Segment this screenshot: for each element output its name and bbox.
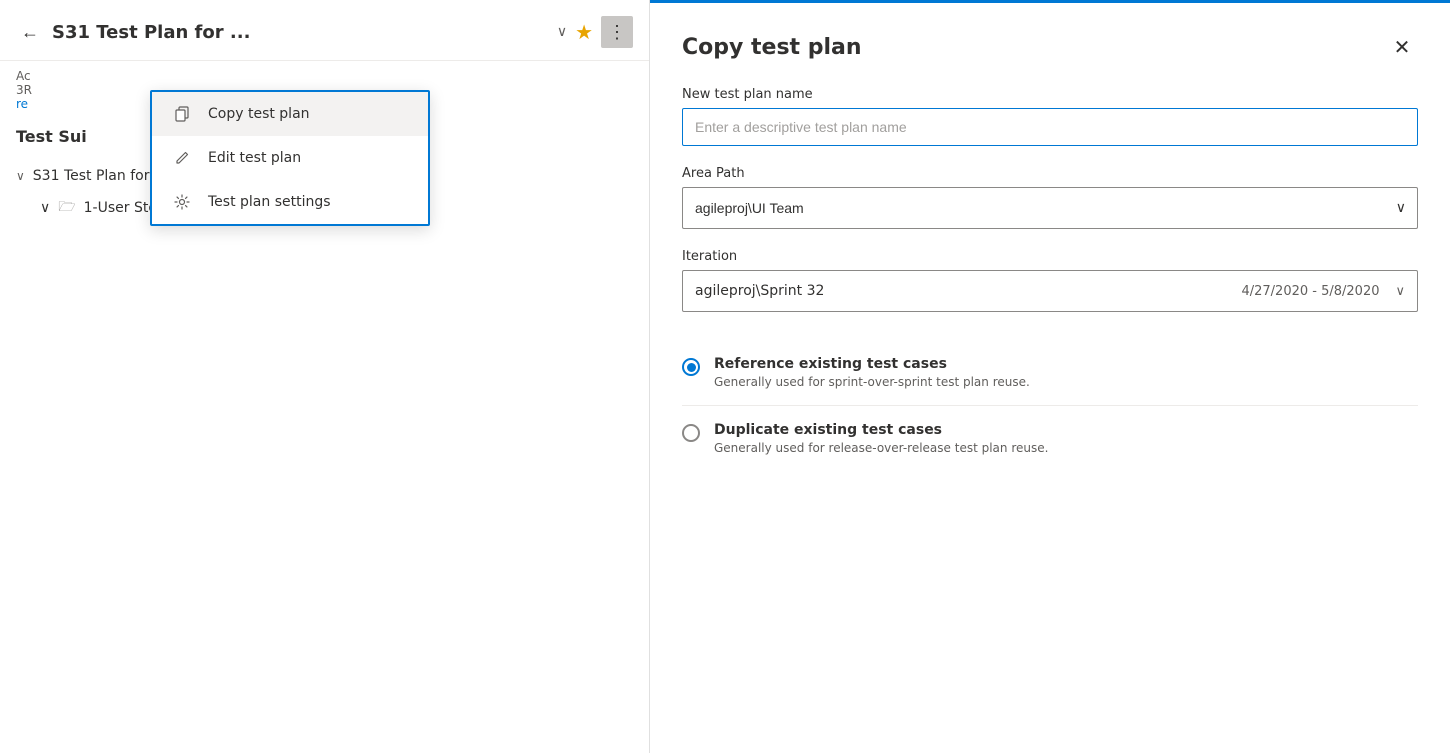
panel-title: Copy test plan [682,35,862,60]
menu-item-settings[interactable]: Test plan settings [152,180,428,224]
more-options-button[interactable]: ⋮ [601,16,633,48]
menu-settings-label: Test plan settings [208,194,331,210]
iteration-label: Iteration [682,249,1418,264]
iteration-chevron-icon: ∨ [1395,284,1405,299]
left-panel: ← S31 Test Plan for ... ∨ ★ ⋮ Ac 3R re T… [0,0,650,753]
back-button[interactable]: ← [16,18,44,46]
radio-duplicate-desc: Generally used for release-over-release … [714,441,1048,455]
right-panel: Copy test plan ✕ New test plan name Area… [650,0,1450,753]
context-menu: Copy test plan Edit test plan Test plan … [150,90,430,226]
panel-header: Copy test plan ✕ [682,31,1418,63]
radio-group: Reference existing test cases Generally … [682,340,1418,471]
iteration-form-group: Iteration agileproj\Sprint 32 4/27/2020 … [682,249,1418,312]
plan-name-input[interactable] [682,108,1418,146]
plan-title: S31 Test Plan for ... [52,22,549,43]
iteration-value: agileproj\Sprint 32 [695,283,824,299]
menu-item-copy[interactable]: Copy test plan [152,92,428,136]
subheader-link[interactable]: re [16,97,28,111]
name-form-group: New test plan name [682,87,1418,146]
name-label: New test plan name [682,87,1418,102]
radio-duplicate-text: Duplicate existing test cases Generally … [714,422,1048,455]
left-header: ← S31 Test Plan for ... ∨ ★ ⋮ [0,0,649,61]
radio-option-duplicate[interactable]: Duplicate existing test cases Generally … [682,406,1418,471]
area-label: Area Path [682,166,1418,181]
radio-duplicate-title: Duplicate existing test cases [714,422,1048,438]
radio-option-reference[interactable]: Reference existing test cases Generally … [682,340,1418,406]
favorite-star-icon[interactable]: ★ [575,20,593,44]
area-select[interactable]: agileproj\UI Team [682,187,1418,229]
settings-gear-icon [172,192,192,212]
folder-icon: 🗁 [58,196,75,220]
radio-reference-text: Reference existing test cases Generally … [714,356,1030,389]
iteration-right-section: 4/27/2020 - 5/8/2020 ∨ [1241,284,1405,299]
area-form-group: Area Path agileproj\UI Team ∨ [682,166,1418,229]
close-button[interactable]: ✕ [1386,31,1418,63]
back-icon: ← [21,22,39,43]
menu-item-edit[interactable]: Edit test plan [152,136,428,180]
copy-icon [172,104,192,124]
child-chevron-icon: ∨ [40,200,50,216]
radio-reference-desc: Generally used for sprint-over-sprint te… [714,375,1030,389]
iteration-select[interactable]: agileproj\Sprint 32 4/27/2020 - 5/8/2020… [682,270,1418,312]
edit-icon [172,148,192,168]
area-select-wrapper: agileproj\UI Team ∨ [682,187,1418,229]
radio-reference-circle[interactable] [682,358,700,376]
root-chevron-icon: ∨ [16,169,25,183]
radio-reference-title: Reference existing test cases [714,356,1030,372]
more-dots-icon: ⋮ [608,22,626,43]
plan-dropdown-icon[interactable]: ∨ [557,24,567,40]
menu-copy-label: Copy test plan [208,106,310,122]
radio-duplicate-circle[interactable] [682,424,700,442]
iteration-date: 4/27/2020 - 5/8/2020 [1241,284,1379,299]
menu-edit-label: Edit test plan [208,150,301,166]
